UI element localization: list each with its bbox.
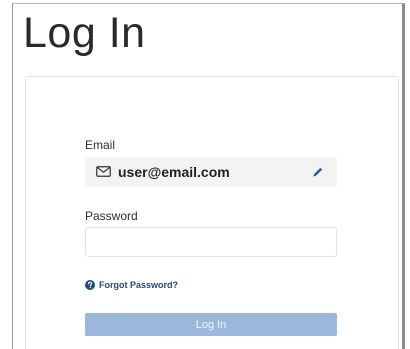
forgot-password-text: Forgot Password? <box>99 280 179 290</box>
email-value: user@email.com <box>118 164 230 180</box>
forgot-password-link[interactable]: Forgot Password? <box>85 280 178 290</box>
pencil-icon[interactable] <box>312 166 324 178</box>
login-card: Email user@email.com Password Forgot Pas… <box>25 76 399 349</box>
email-display: user@email.com <box>85 157 337 187</box>
login-window: Log In Email user@email.com Password For… <box>12 3 405 349</box>
email-label: Email <box>85 138 116 152</box>
login-button[interactable]: Log In <box>85 313 337 336</box>
page-title: Log In <box>23 9 146 57</box>
password-label: Password <box>85 209 138 223</box>
password-input[interactable] <box>85 227 337 257</box>
envelope-icon <box>96 166 111 177</box>
question-circle-icon <box>85 280 95 290</box>
